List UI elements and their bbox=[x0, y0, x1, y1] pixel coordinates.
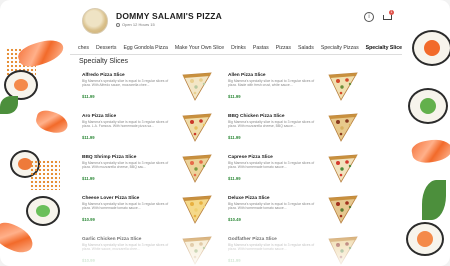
product-description: Big Mamma's specialty slice is equal to … bbox=[82, 120, 169, 129]
nav-item[interactable]: Egg Gondola Pizza bbox=[123, 45, 167, 51]
product-name: BBQ Chicken Pizza Slice bbox=[228, 114, 285, 119]
product-card[interactable]: Deluxe Pizza Slice Big Mamma's specialty… bbox=[224, 194, 364, 227]
nav-item[interactable]: Specialty Pizzas bbox=[321, 45, 359, 51]
clock-icon bbox=[116, 22, 120, 27]
product-name: Caprese Pizza Slice bbox=[228, 155, 273, 160]
product-card[interactable]: BBQ Shrimp Pizza Slice Big Mamma's speci… bbox=[78, 153, 218, 186]
product-name: Aro Pizza Slice bbox=[82, 114, 117, 119]
hours-info: Open 12 Hours 15 bbox=[116, 22, 155, 27]
sesame-decoration bbox=[30, 160, 60, 190]
header: DOMMY SALAMI'S PIZZA Open 12 Hours 15 i … bbox=[70, 0, 402, 40]
product-name: BBQ Shrimp Pizza Slice bbox=[82, 155, 137, 160]
product-name: Alfredo Pizza Slice bbox=[82, 73, 125, 78]
pizza-slice-image[interactable] bbox=[326, 71, 360, 101]
nav-item[interactable]: Desserts bbox=[96, 45, 116, 51]
nav-item[interactable]: Make Your Own Slice bbox=[175, 45, 224, 51]
product-name: Deluxe Pizza Slice bbox=[228, 196, 270, 201]
section-title: Specialty Slices bbox=[79, 58, 129, 65]
pizza-slice-image[interactable] bbox=[326, 194, 360, 224]
nav-item[interactable]: Pizzas bbox=[276, 45, 291, 51]
nav-divider bbox=[70, 54, 402, 55]
pizza-slice-image[interactable] bbox=[180, 194, 214, 224]
product-price: $11.99 bbox=[228, 258, 241, 263]
pizza-slice-image[interactable] bbox=[326, 112, 360, 142]
salmon-piece bbox=[33, 108, 70, 136]
product-card[interactable]: Garlic Chicken Pizza Slice Big Mamma's s… bbox=[78, 235, 218, 266]
product-card[interactable]: BBQ Chicken Pizza Slice Big Mamma's spec… bbox=[224, 112, 364, 145]
product-description: Big Mamma's specialty slice is equal to … bbox=[228, 120, 315, 129]
leaf-decoration bbox=[422, 180, 446, 220]
product-grid: Alfredo Pizza Slice Big Mamma's specialt… bbox=[78, 71, 382, 266]
pizza-slice-image[interactable] bbox=[180, 112, 214, 142]
pizza-slice-image[interactable] bbox=[180, 235, 214, 265]
product-name: Cheese Lover Pizza Slice bbox=[82, 196, 140, 201]
product-description: Big Mamma's specialty slice is equal to … bbox=[228, 243, 315, 252]
salmon-piece bbox=[15, 34, 67, 72]
product-price: $11.99 bbox=[82, 176, 95, 181]
product-price: $11.99 bbox=[82, 94, 95, 99]
sushi-roll bbox=[406, 222, 444, 256]
product-description: Big Mamma's specialty slice is equal to … bbox=[82, 161, 169, 170]
sushi-roll bbox=[412, 30, 450, 66]
pizza-slice-image[interactable] bbox=[180, 153, 214, 183]
salmon-piece bbox=[410, 136, 450, 166]
product-card[interactable]: Allen Pizza Slice Big Mamma's specialty … bbox=[224, 71, 364, 104]
product-name: Allen Pizza Slice bbox=[228, 73, 266, 78]
pizza-slice-image[interactable] bbox=[180, 71, 214, 101]
product-price: $10.49 bbox=[228, 217, 241, 222]
product-description: Big Mamma's specialty slice is equal to … bbox=[82, 79, 169, 88]
restaurant-name: DOMMY SALAMI'S PIZZA bbox=[116, 11, 222, 21]
cart-icon[interactable]: 1 bbox=[382, 10, 394, 22]
product-price: $10.99 bbox=[82, 217, 95, 222]
product-name: Godfather Pizza Slice bbox=[228, 237, 277, 242]
category-nav: ches Desserts Egg Gondola Pizza Make Your O… bbox=[70, 43, 402, 53]
product-description: Big Mamma's specialty slice is equal to … bbox=[228, 202, 315, 211]
product-description: Big Mamma's specialty slice is equal to … bbox=[82, 243, 169, 252]
nav-item[interactable]: Pastas bbox=[253, 45, 269, 51]
product-price: $11.99 bbox=[82, 135, 95, 140]
sushi-roll bbox=[26, 196, 60, 226]
product-price: $11.99 bbox=[228, 94, 241, 99]
sushi-roll bbox=[408, 88, 448, 124]
product-card[interactable]: Godfather Pizza Slice Big Mamma's specia… bbox=[224, 235, 364, 266]
product-description: Big Mamma's specialty slice is equal to … bbox=[82, 202, 169, 211]
product-card[interactable]: Alfredo Pizza Slice Big Mamma's specialt… bbox=[78, 71, 218, 104]
product-card[interactable]: Cheese Lover Pizza Slice Big Mamma's spe… bbox=[78, 194, 218, 227]
cart-count-badge: 1 bbox=[389, 10, 394, 15]
leaf-decoration bbox=[0, 96, 18, 114]
nav-item[interactable]: Salads bbox=[298, 45, 314, 51]
product-price: $10.99 bbox=[82, 258, 95, 263]
product-card[interactable]: Caprese Pizza Slice Big Mamma's specialt… bbox=[224, 153, 364, 186]
product-price: $11.99 bbox=[228, 135, 241, 140]
hours-text: Open 12 Hours 15 bbox=[122, 22, 155, 27]
product-price: $11.99 bbox=[228, 176, 241, 181]
right-food-decoration bbox=[402, 0, 450, 266]
nav-item[interactable]: Specialty Slices bbox=[366, 45, 402, 51]
product-description: Big Mamma's specialty slice is equal to … bbox=[228, 161, 315, 170]
nav-item[interactable]: Drinks bbox=[231, 45, 246, 51]
info-icon[interactable]: i bbox=[364, 12, 374, 22]
product-name: Garlic Chicken Pizza Slice bbox=[82, 237, 142, 242]
product-card[interactable]: Aro Pizza Slice Big Mamma's specialty sl… bbox=[78, 112, 218, 145]
nav-item[interactable]: ches bbox=[78, 45, 89, 51]
app-window: DOMMY SALAMI'S PIZZA Open 12 Hours 15 i … bbox=[0, 0, 450, 266]
pizza-slice-image[interactable] bbox=[326, 153, 360, 183]
salmon-piece bbox=[0, 218, 38, 258]
left-food-decoration bbox=[0, 0, 70, 266]
pizza-slice-image[interactable] bbox=[326, 235, 360, 265]
pizza-logo[interactable] bbox=[82, 8, 108, 34]
product-description: Big Mamma's specialty slice is equal to … bbox=[228, 79, 315, 88]
